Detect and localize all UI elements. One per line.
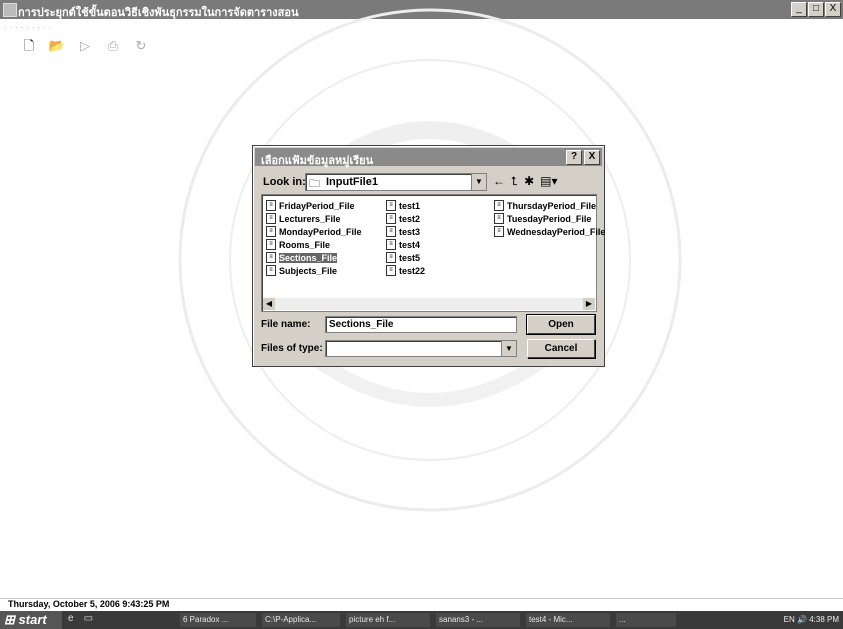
dialog-title: เลือกแฟ้มข้อมูลหมู่เรียน bbox=[261, 155, 374, 167]
run-icon[interactable]: ▷ bbox=[76, 38, 94, 54]
file-item[interactable]: ≡ test22 bbox=[386, 264, 425, 277]
ie-icon[interactable]: e bbox=[68, 613, 74, 624]
file-item[interactable]: ≡ Subjects_File bbox=[266, 264, 362, 277]
files-of-type-dropdown[interactable]: ▼ bbox=[325, 340, 517, 357]
taskbar-item[interactable]: picture eh f... bbox=[346, 613, 430, 627]
file-icon: ≡ bbox=[494, 226, 504, 237]
look-in-dropdown[interactable]: 🗀 InputFile1 ▼ bbox=[305, 173, 487, 191]
file-icon: ≡ bbox=[494, 200, 504, 211]
close-button[interactable]: X bbox=[825, 2, 841, 17]
file-item[interactable]: ≡ test3 bbox=[386, 225, 425, 238]
file-icon: ≡ bbox=[266, 239, 276, 250]
file-icon: ≡ bbox=[386, 252, 396, 263]
file-icon: ≡ bbox=[266, 226, 276, 237]
file-item[interactable]: ≡ Lecturers_File bbox=[266, 212, 362, 225]
scroll-right-icon[interactable]: ▶ bbox=[583, 298, 595, 310]
file-icon: ≡ bbox=[266, 252, 276, 263]
file-column-3: ≡ ThursdayPeriod_File ≡ TuesdayPeriod_File… bbox=[494, 199, 605, 238]
taskbar-item[interactable]: 6 Paradox ... bbox=[180, 613, 256, 627]
dialog-title-bar[interactable]: เลือกแฟ้มข้อมูลหมู่เรียน ? X bbox=[255, 148, 602, 167]
horizontal-scrollbar[interactable]: ◀ ▶ bbox=[263, 298, 595, 310]
up-folder-icon[interactable]: ⮤ bbox=[511, 173, 518, 189]
app-icon bbox=[3, 3, 17, 17]
minimize-button[interactable]: _ bbox=[791, 2, 807, 17]
file-item[interactable]: ≡ WednesdayPeriod_File bbox=[494, 225, 605, 238]
file-item[interactable]: ≡ Rooms_File bbox=[266, 238, 362, 251]
folder-icon: 🗀 bbox=[309, 178, 320, 190]
taskbar-item[interactable]: C:\P-Applica... bbox=[262, 613, 340, 627]
file-icon: ≡ bbox=[386, 213, 396, 224]
help-button[interactable]: ? bbox=[566, 150, 582, 165]
files-of-type-label: Files of type: bbox=[261, 343, 323, 354]
file-icon: ≡ bbox=[386, 239, 396, 250]
file-column-1: ≡ FridayPeriod_File ≡ Lecturers_File ≡ Mond… bbox=[266, 199, 362, 277]
file-item[interactable]: ≡ test1 bbox=[386, 199, 425, 212]
chevron-down-icon[interactable]: ▼ bbox=[501, 341, 516, 356]
file-item-selected[interactable]: ≡ Sections_File bbox=[266, 251, 362, 264]
windows-logo-icon: ⊞ bbox=[4, 612, 15, 627]
file-name-value: Sections_File bbox=[329, 319, 394, 330]
taskbar-item[interactable]: ... bbox=[616, 613, 676, 627]
status-datetime: Thursday, October 5, 2006 9:43:25 PM bbox=[8, 599, 170, 609]
file-icon: ≡ bbox=[266, 213, 276, 224]
language-indicator[interactable]: EN bbox=[784, 615, 795, 624]
file-icon: ≡ bbox=[494, 213, 504, 224]
file-list: ≡ FridayPeriod_File ≡ Lecturers_File ≡ Mond… bbox=[261, 194, 605, 312]
dialog-close-button[interactable]: X bbox=[584, 150, 600, 165]
cancel-button[interactable]: Cancel bbox=[527, 339, 595, 358]
file-icon: ≡ bbox=[266, 200, 276, 211]
file-icon: ≡ bbox=[386, 226, 396, 237]
scroll-left-icon[interactable]: ◀ bbox=[263, 298, 275, 310]
look-in-label: Look in: bbox=[263, 176, 306, 188]
file-item[interactable]: ≡ test4 bbox=[386, 238, 425, 251]
open-button[interactable]: Open bbox=[526, 314, 596, 335]
file-name-input[interactable]: Sections_File bbox=[325, 316, 517, 333]
dialog-nav-toolbar: ← ⮤ ✱ ▤▾ bbox=[493, 173, 558, 189]
maximize-button[interactable]: □ bbox=[808, 2, 824, 17]
file-item[interactable]: ≡ MondayPeriod_File bbox=[266, 225, 362, 238]
file-item[interactable]: ≡ test5 bbox=[386, 251, 425, 264]
taskbar-item[interactable]: sanans3 - ... bbox=[436, 613, 520, 627]
clock[interactable]: 4:38 PM bbox=[809, 615, 839, 624]
file-item[interactable]: ≡ ThursdayPeriod_File bbox=[494, 199, 605, 212]
back-icon[interactable]: ← bbox=[493, 173, 505, 189]
menu-bar: · · · · · · · · · bbox=[4, 22, 51, 32]
taskbar: ⊞ start e ▭ 6 Paradox ... C:\P-Applica..… bbox=[0, 611, 843, 629]
file-name-label: File name: bbox=[261, 319, 311, 330]
start-button[interactable]: ⊞ start bbox=[0, 611, 62, 629]
open-file-dialog: เลือกแฟ้มข้อมูลหมู่เรียน ? X Look in: 🗀 … bbox=[252, 145, 605, 367]
volume-icon[interactable]: 🔊 bbox=[797, 615, 807, 624]
file-item[interactable]: ≡ test2 bbox=[386, 212, 425, 225]
view-menu-icon[interactable]: ▤▾ bbox=[540, 173, 557, 189]
toolbar: 🗋 📂 ▷ ⎙ ↻ bbox=[20, 38, 150, 54]
file-icon: ≡ bbox=[266, 265, 276, 276]
refresh-icon[interactable]: ↻ bbox=[132, 38, 150, 54]
quick-launch: e ▭ bbox=[68, 613, 93, 624]
desktop-icon[interactable]: ▭ bbox=[84, 613, 93, 624]
new-folder-icon[interactable]: ✱ bbox=[524, 173, 534, 189]
file-item[interactable]: ≡ FridayPeriod_File bbox=[266, 199, 362, 212]
chevron-down-icon[interactable]: ▼ bbox=[471, 174, 486, 190]
system-tray: EN 🔊 4:38 PM bbox=[784, 613, 839, 627]
print-icon[interactable]: ⎙ bbox=[104, 38, 122, 54]
file-item[interactable]: ≡ TuesdayPeriod_File bbox=[494, 212, 605, 225]
file-icon: ≡ bbox=[386, 265, 396, 276]
taskbar-item[interactable]: test4 - Mic... bbox=[526, 613, 610, 627]
file-icon: ≡ bbox=[386, 200, 396, 211]
look-in-value: InputFile1 bbox=[326, 176, 378, 188]
start-label: start bbox=[18, 612, 47, 627]
file-column-2: ≡ test1 ≡ test2 ≡ test3 ≡ test4 ≡ test5 ≡ test… bbox=[386, 199, 425, 277]
open-icon[interactable]: 📂 bbox=[48, 38, 66, 54]
new-icon[interactable]: 🗋 bbox=[20, 38, 38, 54]
window-controls: _ □ X bbox=[791, 2, 841, 17]
